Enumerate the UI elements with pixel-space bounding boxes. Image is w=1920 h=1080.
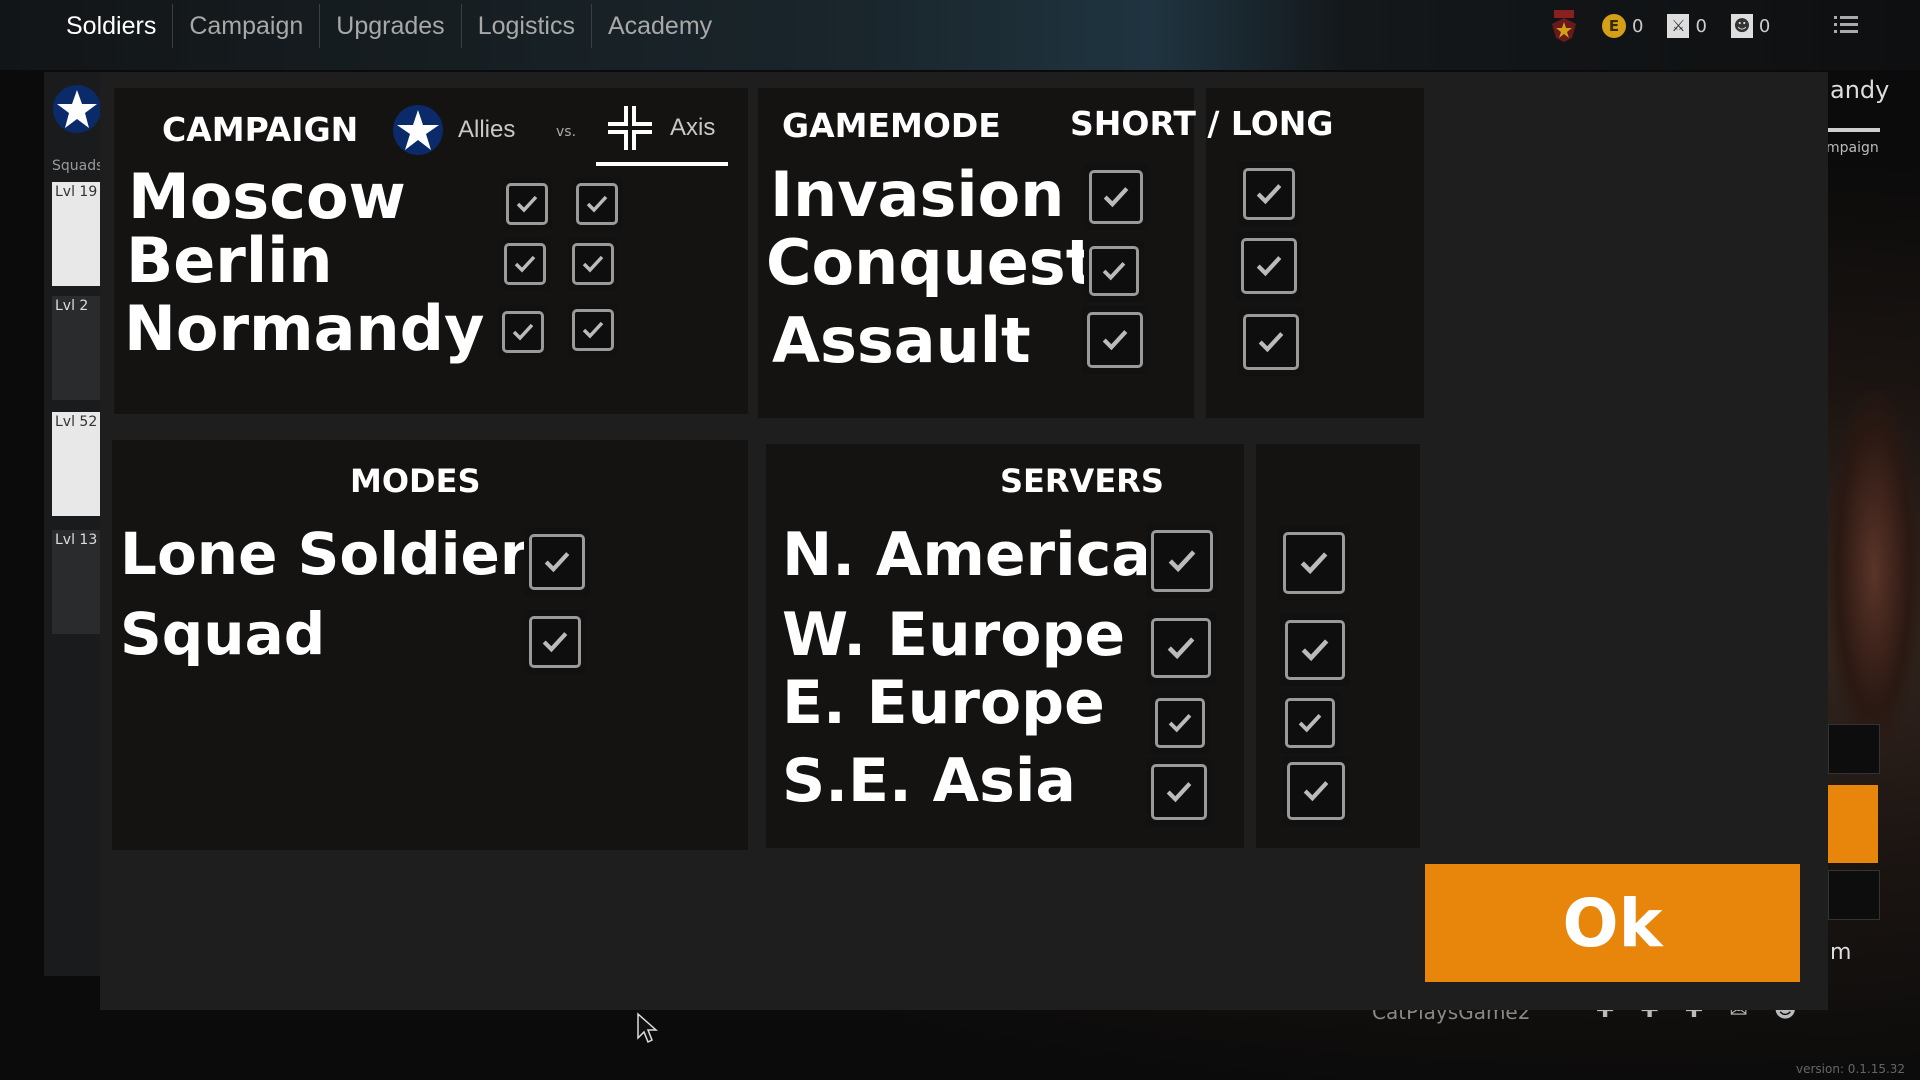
mode-name-squad: Squad <box>120 600 326 668</box>
squad-card[interactable]: Lvl 52 <box>52 412 100 516</box>
ok-button[interactable]: Ok <box>1425 864 1800 982</box>
checkbox-lone-soldier[interactable] <box>524 528 590 596</box>
background-title: andy <box>1830 76 1890 104</box>
currency-portrait: ☻ 0 <box>1730 14 1771 38</box>
campaign-name-berlin: Berlin <box>126 224 333 297</box>
checkbox-n-america-2[interactable] <box>1278 526 1350 600</box>
vs-label: vs. <box>556 124 577 140</box>
currency-swords: ⚔ 0 <box>1667 14 1707 38</box>
crossed-swords-icon: ⚔ <box>1667 14 1690 38</box>
checkbox-berlin-allies[interactable] <box>500 238 550 290</box>
e-coin-icon: E <box>1602 14 1626 38</box>
tab-soldiers[interactable]: Soldiers <box>50 4 174 48</box>
mode-name-lone-soldier: Lone Soldier <box>120 520 529 588</box>
checkbox-se-asia-1[interactable] <box>1146 758 1212 826</box>
background-box <box>1828 870 1880 920</box>
main-nav: Soldiers Campaign Upgrades Logistics Aca… <box>50 0 728 52</box>
soldier-figure-background <box>1828 390 1920 750</box>
modes-header: MODES <box>350 462 481 500</box>
checkbox-berlin-axis[interactable] <box>568 238 618 290</box>
checkbox-invasion-short[interactable] <box>1084 164 1148 230</box>
axis-toggle[interactable]: Axis <box>604 102 715 154</box>
background-box <box>1828 724 1880 774</box>
server-name-se-asia: S.E. Asia <box>782 746 1076 816</box>
currency-e: E 0 <box>1602 14 1643 38</box>
version-label: version: 0.1.15.32 <box>1796 1062 1906 1076</box>
checkbox-se-asia-2[interactable] <box>1282 756 1350 826</box>
tab-upgrades[interactable]: Upgrades <box>320 4 462 48</box>
checkbox-n-america-1[interactable] <box>1146 524 1218 598</box>
allies-star-icon <box>393 105 443 155</box>
currency-e-value: 0 <box>1632 15 1644 37</box>
axis-selected-underline <box>596 162 728 166</box>
soldier-portrait-icon: ☻ <box>1730 14 1753 38</box>
allies-label: Allies <box>458 116 516 143</box>
checkbox-moscow-axis[interactable] <box>572 178 622 230</box>
tab-logistics[interactable]: Logistics <box>462 4 592 48</box>
checkbox-normandy-allies[interactable] <box>498 306 548 358</box>
checkbox-assault-long[interactable] <box>1238 308 1304 376</box>
checkbox-moscow-allies[interactable] <box>502 178 552 230</box>
checkbox-e-europe-1[interactable] <box>1150 692 1210 754</box>
gamemode-name-invasion: Invasion <box>770 158 1065 231</box>
background-underline <box>1828 128 1880 132</box>
squad-level: Lvl 13 <box>55 532 98 548</box>
gamemode-header: GAMEMODE <box>782 106 1001 145</box>
squad-level: Lvl 19 <box>55 184 98 200</box>
campaign-name-moscow: Moscow <box>128 160 406 233</box>
checkbox-invasion-long[interactable] <box>1238 162 1300 226</box>
mouse-cursor-icon <box>637 1012 658 1044</box>
rank-medal-icon[interactable] <box>1550 10 1578 42</box>
checkbox-normandy-axis[interactable] <box>568 304 618 356</box>
squad-level: Lvl 2 <box>55 298 89 314</box>
tab-academy[interactable]: Academy <box>592 4 728 48</box>
background-text-m: m <box>1830 940 1852 965</box>
axis-label: Axis <box>670 114 716 141</box>
currency-portrait-value: 0 <box>1758 15 1771 37</box>
checkbox-squad[interactable] <box>524 610 586 674</box>
axis-cross-icon <box>608 106 652 150</box>
allies-star-icon <box>52 84 102 134</box>
server-name-w-europe: W. Europe <box>782 600 1126 670</box>
campaign-name-normandy: Normandy <box>124 292 485 365</box>
short-long-header: SHORT / LONG <box>1070 104 1334 143</box>
tab-campaign[interactable]: Campaign <box>173 4 321 48</box>
squads-label: Squads <box>52 158 104 174</box>
campaign-header: CAMPAIGN <box>162 110 359 149</box>
checkbox-w-europe-2[interactable] <box>1280 614 1350 686</box>
checkbox-assault-short[interactable] <box>1082 306 1148 374</box>
currency-bar: E 0 ⚔ 0 ☻ 0 <box>1550 8 1770 44</box>
list-menu-icon[interactable] <box>1834 14 1858 36</box>
gamemode-name-assault: Assault <box>772 304 1031 377</box>
background-orange-button <box>1828 785 1878 863</box>
gamemode-name-conquest: Conquest <box>766 226 1096 299</box>
server-name-e-europe: E. Europe <box>782 668 1105 738</box>
squad-card[interactable]: Lvl 19 <box>52 182 100 286</box>
checkbox-conquest-short[interactable] <box>1084 240 1144 302</box>
squad-card[interactable]: Lvl 13 <box>52 530 100 634</box>
checkbox-conquest-long[interactable] <box>1236 232 1302 300</box>
checkbox-w-europe-1[interactable] <box>1146 612 1216 684</box>
currency-swords-value: 0 <box>1695 15 1707 37</box>
server-name-n-america: N. America <box>782 520 1152 590</box>
servers-header: SERVERS <box>1000 462 1164 500</box>
background-subtitle: mpaign <box>1826 140 1879 156</box>
squad-level: Lvl 52 <box>55 414 98 430</box>
squad-card[interactable]: Lvl 2 <box>52 296 100 400</box>
allies-toggle[interactable]: Allies <box>392 104 515 156</box>
checkbox-e-europe-2[interactable] <box>1280 692 1340 754</box>
